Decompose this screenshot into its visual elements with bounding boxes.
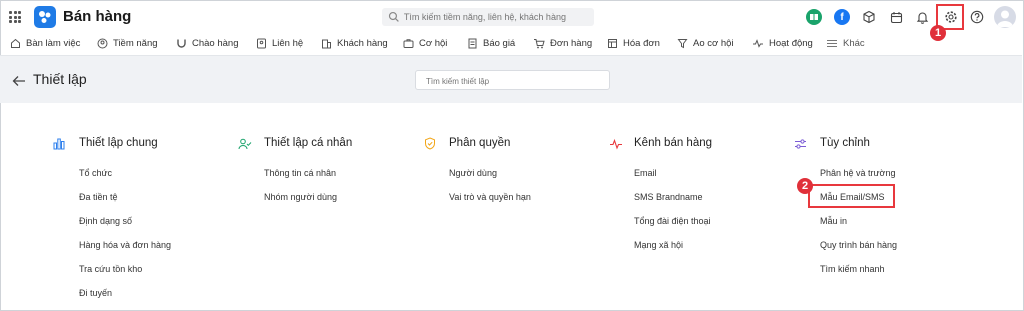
setting-link[interactable]: Tổ chức <box>79 168 112 178</box>
sliders-icon <box>794 137 807 155</box>
nav-item-orders[interactable]: Đơn hàng <box>533 33 592 53</box>
setting-link[interactable]: Phân hệ và trường <box>820 168 895 178</box>
nav-item-customers[interactable]: Khách hàng <box>321 33 388 53</box>
user-check-icon <box>238 137 252 155</box>
setting-link[interactable]: Quy trình bán hàng <box>820 240 897 250</box>
home-icon <box>11 38 20 48</box>
app-launcher-icon[interactable] <box>9 11 21 23</box>
menu-icon <box>827 39 837 47</box>
setting-link[interactable]: Tổng đài điện thoại <box>634 216 711 226</box>
pulse-icon <box>609 137 623 155</box>
magnet-icon <box>177 39 186 48</box>
help-icon[interactable] <box>968 6 986 28</box>
setting-link[interactable]: Mạng xã hội <box>634 240 683 250</box>
nav-item-offers[interactable]: Chào hàng <box>176 33 238 53</box>
setting-link[interactable]: SMS Brandname <box>634 192 703 202</box>
app-logo <box>34 6 56 28</box>
setting-link[interactable]: Tra cứu tồn kho <box>79 264 142 274</box>
setting-link[interactable]: Định dạng số <box>79 216 132 226</box>
page-title: Thiết lập <box>33 71 87 87</box>
nav-item-opportunities[interactable]: Cơ hội <box>403 33 447 53</box>
setting-link[interactable]: Hàng hóa và đơn hàng <box>79 240 171 250</box>
user-avatar[interactable] <box>994 6 1016 28</box>
activity-icon <box>753 38 763 48</box>
contact-icon <box>257 38 266 48</box>
nav-item-opportunity-pool[interactable]: Ao cơ hội <box>677 33 734 53</box>
cube-icon[interactable] <box>860 6 878 28</box>
setting-link[interactable]: Thông tin cá nhân <box>264 168 336 178</box>
quote-icon <box>468 38 477 48</box>
funnel-icon <box>677 38 688 48</box>
setting-link[interactable]: Nhóm người dùng <box>264 192 337 202</box>
nav-item-invoices[interactable]: Hóa đơn <box>607 33 660 53</box>
setting-link[interactable]: Đi tuyến <box>79 288 112 298</box>
nav-item-contacts[interactable]: Liên hệ <box>256 33 303 53</box>
building-icon <box>322 39 331 48</box>
setting-link[interactable]: Đa tiền tệ <box>79 192 118 202</box>
nav-item-desk[interactable]: Bàn làm việc <box>10 33 80 53</box>
setting-link[interactable]: Mẫu in <box>820 216 847 226</box>
nav-item-quotes[interactable]: Báo giá <box>467 33 515 53</box>
settings-search[interactable] <box>415 70 610 90</box>
nav-item-activities[interactable]: Hoạt động <box>752 33 813 53</box>
bar-chart-icon <box>53 137 65 155</box>
back-arrow-icon[interactable] <box>12 74 26 92</box>
section-permissions-title: Phân quyền <box>449 137 511 149</box>
user-circle-icon <box>97 38 108 48</box>
settings-search-input[interactable] <box>416 72 606 86</box>
section-personal-title: Thiết lập cá nhân <box>264 137 353 149</box>
cart-icon <box>534 38 545 48</box>
shield-icon <box>424 137 436 155</box>
bell-icon[interactable] <box>913 6 931 28</box>
facebook-icon[interactable]: f <box>833 6 851 28</box>
setting-link[interactable]: Tìm kiếm nhanh <box>820 264 885 274</box>
invoice-icon <box>608 38 617 48</box>
setting-link[interactable]: Email <box>634 168 657 178</box>
search-icon <box>388 11 399 22</box>
nav-item-more[interactable]: Khác <box>826 33 865 53</box>
briefcase-icon <box>403 38 414 48</box>
global-search[interactable] <box>382 8 594 26</box>
module-nav: Bàn làm việc Tiềm năng Chào hàng Liên hệ… <box>0 33 1022 53</box>
app-title: Bán hàng <box>63 8 132 25</box>
global-search-input[interactable] <box>399 11 594 23</box>
section-channels-title: Kênh bán hàng <box>634 137 713 149</box>
setting-link[interactable]: Người dùng <box>449 168 497 178</box>
book-icon[interactable] <box>805 6 823 28</box>
step-2-badge: 2 <box>797 178 813 194</box>
calendar-icon[interactable] <box>887 6 905 28</box>
setting-link[interactable]: Vai trò và quyền hạn <box>449 192 531 202</box>
nav-item-leads[interactable]: Tiềm năng <box>97 33 158 53</box>
template-highlight-box <box>808 184 895 208</box>
section-general-title: Thiết lập chung <box>79 137 158 149</box>
section-customization-title: Tùy chỉnh <box>820 137 870 149</box>
